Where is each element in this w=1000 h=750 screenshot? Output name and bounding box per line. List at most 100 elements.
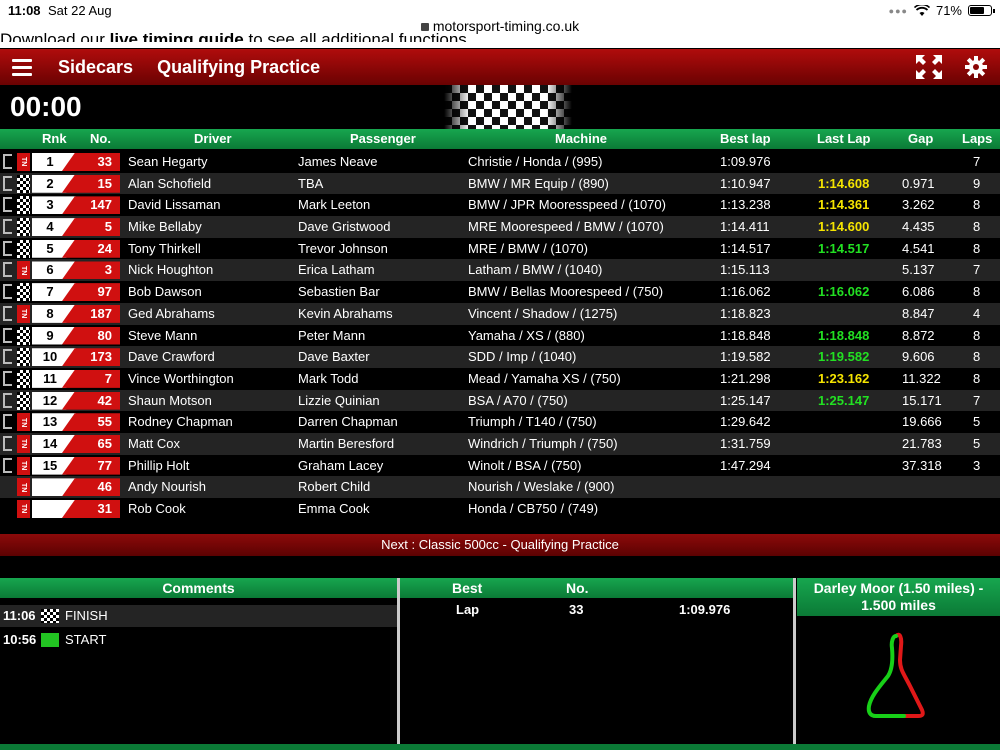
best-lap: 1:29.642 bbox=[720, 414, 771, 430]
series-title: Sidecars bbox=[58, 56, 134, 77]
checkered-marker-icon bbox=[17, 391, 30, 410]
panel-divider bbox=[397, 578, 400, 744]
track-name: Darley Moor (1.50 miles) - bbox=[813, 580, 984, 596]
col-laps: Laps bbox=[962, 131, 993, 146]
row-bracket bbox=[3, 197, 12, 213]
checkered-marker-icon bbox=[17, 326, 30, 345]
gap: 8.872 bbox=[902, 327, 935, 343]
green-flag-icon bbox=[41, 633, 59, 647]
best-lap: 1:14.411 bbox=[720, 219, 770, 235]
gap: 4.541 bbox=[902, 240, 935, 256]
checkered-marker-icon bbox=[17, 196, 30, 215]
checkered-flag-icon bbox=[444, 85, 572, 129]
passenger-name: Robert Child bbox=[298, 479, 371, 495]
timing-table-body: TN 1 33 Sean Hegarty James Neave Christie / H… bbox=[0, 151, 1000, 520]
passenger-name: Peter Mann bbox=[298, 327, 366, 343]
col-driver: Driver bbox=[194, 131, 232, 146]
checkered-marker-icon bbox=[17, 239, 30, 258]
table-row[interactable]: 4 5 Mike Bellaby Dave Gristwood MRE Moorespe… bbox=[0, 216, 1000, 238]
best-lap: 1:21.298 bbox=[720, 370, 771, 386]
table-row[interactable]: TN 13 55 Rodney Chapman Darren Chapman Triump… bbox=[0, 411, 1000, 433]
best-lap: 1:31.759 bbox=[720, 435, 771, 451]
row-bracket bbox=[3, 240, 12, 256]
table-row[interactable]: 10 173 Dave Crawford Dave Baxter SDD / Imp /… bbox=[0, 346, 1000, 368]
table-row[interactable]: TN 31 Rob Cook Emma Cook Honda / CB750 / (74… bbox=[0, 498, 1000, 520]
machine: Vincent / Shadow / (1275) bbox=[468, 305, 618, 321]
best-header: Best No. bbox=[400, 578, 793, 598]
gear-icon[interactable] bbox=[964, 55, 988, 79]
laps: 8 bbox=[973, 197, 981, 213]
table-row[interactable]: TN 1 33 Sean Hegarty James Neave Christie / H… bbox=[0, 151, 1000, 173]
fullscreen-icon[interactable] bbox=[914, 53, 944, 81]
session-clock: 00:00 bbox=[10, 91, 82, 122]
comment-text: FINISH bbox=[65, 608, 108, 623]
col-gap: Gap bbox=[908, 131, 934, 146]
table-row[interactable]: 5 24 Tony Thirkell Trevor Johnson MRE / BMW … bbox=[0, 237, 1000, 260]
laps: 7 bbox=[973, 392, 981, 408]
menu-icon[interactable] bbox=[0, 49, 44, 85]
best-lap: 1:09.976 bbox=[720, 154, 771, 169]
comment-time: 11:06 bbox=[3, 608, 36, 623]
best-lap: 1:47.294 bbox=[720, 457, 771, 473]
driver-name: Rob Cook bbox=[128, 501, 186, 516]
best-lap: 1:18.848 bbox=[720, 327, 771, 343]
machine: Latham / BMW / (1040) bbox=[468, 262, 603, 278]
machine: MRE / BMW / (1070) bbox=[468, 240, 588, 256]
driver-name: Sean Hegarty bbox=[128, 154, 208, 169]
gap: 5.137 bbox=[902, 262, 935, 278]
last-lap: 1:25.147 bbox=[818, 392, 870, 408]
status-date: Sat 22 Aug bbox=[48, 3, 112, 18]
battery-percent: 71% bbox=[935, 3, 962, 18]
live-timing-guide-link[interactable]: live timing guide bbox=[110, 30, 244, 42]
passenger-name: Martin Beresford bbox=[298, 435, 395, 451]
best-lap: 1:19.582 bbox=[720, 349, 771, 365]
table-row[interactable]: 2 15 Alan Schofield TBA BMW / MR Equip / (89… bbox=[0, 172, 1000, 195]
row-bracket bbox=[3, 435, 12, 451]
driver-name: Phillip Holt bbox=[128, 457, 190, 473]
table-row[interactable]: 9 80 Steve Mann Peter Mann Yamaha / XS / (88… bbox=[0, 324, 1000, 347]
machine: MRE Moorespeed / BMW / (1070) bbox=[468, 219, 664, 235]
table-row[interactable]: TN 46 Andy Nourish Robert Child Nourish / We… bbox=[0, 476, 1000, 498]
table-row[interactable]: 3 147 David Lissaman Mark Leeton BMW / JPR M… bbox=[0, 194, 1000, 217]
laps: 8 bbox=[973, 327, 981, 343]
comment-item: 11:06 FINISH bbox=[0, 605, 397, 627]
driver-name: Rodney Chapman bbox=[128, 414, 233, 430]
passenger-name: Dave Gristwood bbox=[298, 219, 391, 235]
table-row[interactable]: 7 97 Bob Dawson Sebastien Bar BMW / Bellas M… bbox=[0, 281, 1000, 303]
table-row[interactable]: TN 15 77 Phillip Holt Graham Lacey Winolt / B… bbox=[0, 454, 1000, 477]
gap: 9.606 bbox=[902, 349, 935, 365]
gap: 21.783 bbox=[902, 435, 942, 451]
table-row[interactable]: 11 7 Vince Worthington Mark Todd Mead / Yama… bbox=[0, 367, 1000, 390]
comment-time: 10:56 bbox=[3, 632, 37, 647]
last-lap: 1:16.062 bbox=[818, 284, 870, 300]
last-lap: 1:18.848 bbox=[818, 327, 870, 343]
driver-name: David Lissaman bbox=[128, 197, 221, 213]
col-no: No. bbox=[90, 131, 111, 146]
driver-name: Tony Thirkell bbox=[128, 240, 201, 256]
table-row[interactable]: TN 14 65 Matt Cox Martin Beresford Windrich /… bbox=[0, 432, 1000, 455]
driver-name: Alan Schofield bbox=[128, 175, 212, 191]
gap: 8.847 bbox=[902, 305, 935, 321]
tn-marker-icon: TN bbox=[17, 456, 30, 475]
row-bracket bbox=[3, 349, 12, 365]
driver-name: Shaun Motson bbox=[128, 392, 212, 408]
gap: 15.171 bbox=[902, 392, 942, 408]
driver-name: Ged Abrahams bbox=[128, 305, 215, 321]
checkered-marker-icon bbox=[17, 348, 30, 367]
status-time: 11:08 bbox=[8, 3, 41, 18]
wifi-icon bbox=[913, 4, 930, 16]
track-length: 1.500 miles bbox=[861, 597, 936, 613]
table-row[interactable]: 12 42 Shaun Motson Lizzie Quinian BSA / A70 … bbox=[0, 389, 1000, 412]
driver-name: Mike Bellaby bbox=[128, 219, 202, 235]
session-title: Qualifying Practice bbox=[157, 56, 321, 77]
panel-divider bbox=[793, 578, 796, 744]
driver-name: Nick Houghton bbox=[128, 262, 214, 278]
table-row[interactable]: TN 8 187 Ged Abrahams Kevin Abrahams Vincent … bbox=[0, 302, 1000, 325]
best-lap-label: Lap bbox=[456, 602, 480, 617]
best-lap: 1:10.947 bbox=[720, 175, 771, 191]
row-bracket bbox=[3, 414, 12, 430]
gap: 0.971 bbox=[902, 175, 935, 191]
app-header: Sidecars Qualifying Practice bbox=[0, 49, 1000, 85]
table-row[interactable]: TN 6 3 Nick Houghton Erica Latham Latham / BM… bbox=[0, 259, 1000, 282]
col-last-lap: Last Lap bbox=[817, 131, 871, 146]
